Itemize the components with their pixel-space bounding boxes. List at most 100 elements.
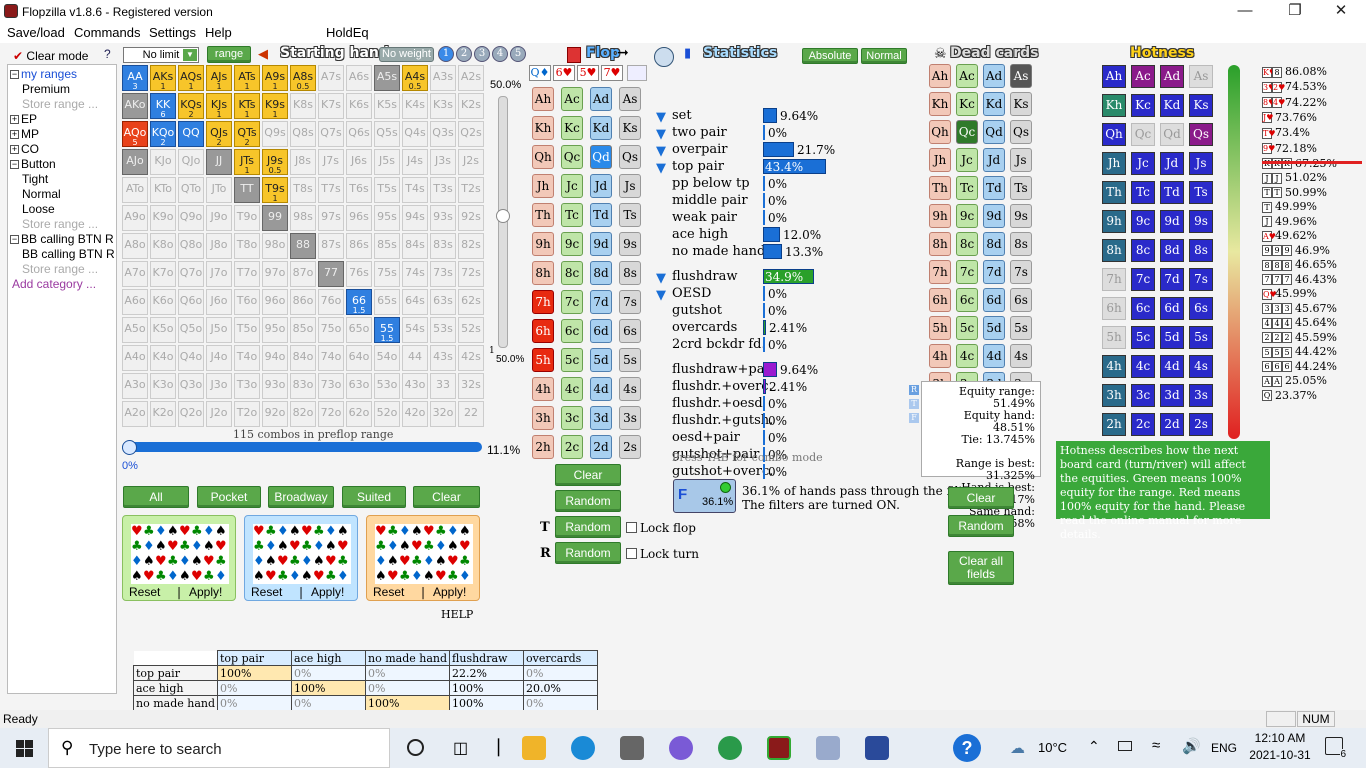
dead-card-5h[interactable]: 5h [929, 316, 951, 340]
stat-label[interactable]: OESD [672, 286, 711, 301]
flop-card-Ad[interactable]: Ad [590, 87, 612, 111]
stat-label[interactable]: weak pair [672, 210, 737, 225]
hand-cell[interactable]: K9s 1 [262, 93, 288, 119]
hot-card-Th[interactable]: Th [1102, 181, 1126, 204]
hand-cell[interactable]: 52o [374, 401, 400, 427]
hand-cell[interactable]: A5o [122, 317, 148, 343]
hand-cell[interactable]: 33 [430, 373, 456, 399]
hand-cell[interactable]: QTs 2 [234, 121, 260, 147]
hand-cell[interactable]: 22 [458, 401, 484, 427]
hand-cell[interactable]: A8o [122, 233, 148, 259]
task-view-icon[interactable]: ◫ [453, 738, 468, 758]
hand-cell[interactable]: Q6o [178, 289, 204, 315]
hot-card-Js[interactable]: Js [1189, 152, 1213, 175]
dead-card-9h[interactable]: 9h [929, 204, 951, 228]
hot-card-2s[interactable]: 2s [1189, 413, 1213, 436]
hot-card-Ah[interactable]: Ah [1102, 65, 1126, 88]
dead-card-Th[interactable]: Th [929, 176, 951, 200]
dead-card-4h[interactable]: 4h [929, 344, 951, 368]
flop-card-Js[interactable]: Js [619, 174, 641, 198]
dead-card-4c[interactable]: 4c [956, 344, 978, 368]
hand-cell[interactable]: T9s 1 [262, 177, 288, 203]
hand-cell[interactable]: AKs 1 [150, 65, 176, 91]
hand-cell[interactable]: K6s [346, 93, 372, 119]
dead-card-6d[interactable]: 6d [983, 288, 1005, 312]
hand-cell[interactable]: 32o [430, 401, 456, 427]
board-card-2[interactable]: 6♥ [553, 65, 575, 81]
hand-cell[interactable]: J5s [374, 149, 400, 175]
hand-cell[interactable]: A9o [122, 205, 148, 231]
hand-cell[interactable]: 75o [318, 317, 344, 343]
hand-cell[interactable]: K4s [402, 93, 428, 119]
dead-card-7s[interactable]: 7s [1010, 260, 1032, 284]
reset-pattern-button[interactable]: Reset [373, 585, 404, 599]
hot-card-7d[interactable]: 7d [1160, 268, 1184, 291]
dead-card-4s[interactable]: 4s [1010, 344, 1032, 368]
hand-cell[interactable]: K3o [150, 373, 176, 399]
hand-cell[interactable]: 32s [458, 373, 484, 399]
hot-card-Ac[interactable]: Ac [1131, 65, 1155, 88]
hand-cell[interactable]: J4o [206, 345, 232, 371]
dead-card-Kh[interactable]: Kh [929, 92, 951, 116]
hot-card-4h[interactable]: 4h [1102, 355, 1126, 378]
globe-icon[interactable] [718, 736, 742, 760]
hand-cell[interactable]: 54o [374, 345, 400, 371]
hand-cell[interactable]: T9o [234, 205, 260, 231]
flop-card-9h[interactable]: 9h [532, 232, 554, 256]
all-button[interactable]: All [123, 486, 189, 508]
hand-cell[interactable]: 98s [290, 205, 316, 231]
flop-card-2h[interactable]: 2h [532, 435, 554, 459]
hand-cell[interactable]: 76o [318, 289, 344, 315]
stat-label[interactable]: 2crd bckdr fd. [672, 337, 766, 352]
hand-cell[interactable]: T4s [402, 177, 428, 203]
menu-holdeq[interactable]: HoldEq [326, 25, 369, 40]
hot-card-2h[interactable]: 2h [1102, 413, 1126, 436]
sidebar-item-11[interactable]: − BB calling BTN R [10, 232, 114, 246]
stat-label[interactable]: gutshot+overc. [672, 464, 773, 479]
menu-save-load[interactable]: Save/load [7, 25, 65, 40]
hand-cell[interactable]: A2s [458, 65, 484, 91]
hot-card-6c[interactable]: 6c [1131, 297, 1155, 320]
minimize-icon[interactable]: — [1230, 2, 1260, 20]
hand-cell[interactable]: K2o [150, 401, 176, 427]
flop-card-6d[interactable]: 6d [590, 319, 612, 343]
hand-cell[interactable]: K3s [430, 93, 456, 119]
hand-cell[interactable]: AA 3 [122, 65, 148, 91]
hand-cell[interactable]: A3s [430, 65, 456, 91]
hand-cell[interactable]: A7o [122, 261, 148, 287]
stat-label[interactable]: no made hand [672, 244, 765, 259]
suit-pattern-3[interactable]: ♥ ♣ ♦ ♠ ♥ ♣ ♦ ♠ ♣ ♦ ♠ ♥ ♣ ♦ ♠ ♥ ♦ ♠ ♥ ♣ ♦ ♠ ♥ ♣ ♠ ♥ ♣ ♦ ♠ ♥ ♣ ♦ Reset | Ap… [366, 515, 480, 601]
hot-card-7h[interactable]: 7h [1102, 268, 1126, 291]
hand-cell[interactable]: 74o [318, 345, 344, 371]
hot-card-5s[interactable]: 5s [1189, 326, 1213, 349]
hot-card-7c[interactable]: 7c [1131, 268, 1155, 291]
hand-cell[interactable]: A6s [346, 65, 372, 91]
hot-card-Tc[interactable]: Tc [1131, 181, 1155, 204]
hand-cell[interactable]: 85s [374, 233, 400, 259]
hand-cell[interactable]: 76s [346, 261, 372, 287]
hand-cell[interactable]: K4o [150, 345, 176, 371]
maximize-icon[interactable]: ❐ [1280, 2, 1310, 20]
expand-icon[interactable]: + [10, 145, 19, 155]
board-card-4[interactable]: 7♥ [601, 65, 623, 81]
hand-cell[interactable]: J2s [458, 149, 484, 175]
flop-card-Jd[interactable]: Jd [590, 174, 612, 198]
hand-cell[interactable]: A7s [318, 65, 344, 91]
hand-cell[interactable]: 97s [318, 205, 344, 231]
hot-card-5c[interactable]: 5c [1131, 326, 1155, 349]
close-icon[interactable]: ✕ [1326, 2, 1356, 20]
sidebar-item-6[interactable]: − Button [10, 157, 56, 171]
hand-cell[interactable]: T6o [234, 289, 260, 315]
stat-label[interactable]: overcards [672, 320, 737, 335]
stat-label[interactable]: oesd+pair [672, 430, 740, 445]
hand-cell[interactable]: 43s [430, 345, 456, 371]
hot-card-8h[interactable]: 8h [1102, 239, 1126, 262]
hand-cell[interactable]: K2s [458, 93, 484, 119]
calculator-icon[interactable] [620, 736, 644, 760]
chevron-up-icon[interactable]: ⌃ [1088, 738, 1100, 755]
wifi-icon[interactable]: ≈ [1152, 737, 1160, 754]
hand-cell[interactable]: J3s [430, 149, 456, 175]
hand-cell[interactable]: J7o [206, 261, 232, 287]
hand-cell[interactable]: 88 [290, 233, 316, 259]
weight-tab-3[interactable]: 3 [474, 46, 490, 62]
